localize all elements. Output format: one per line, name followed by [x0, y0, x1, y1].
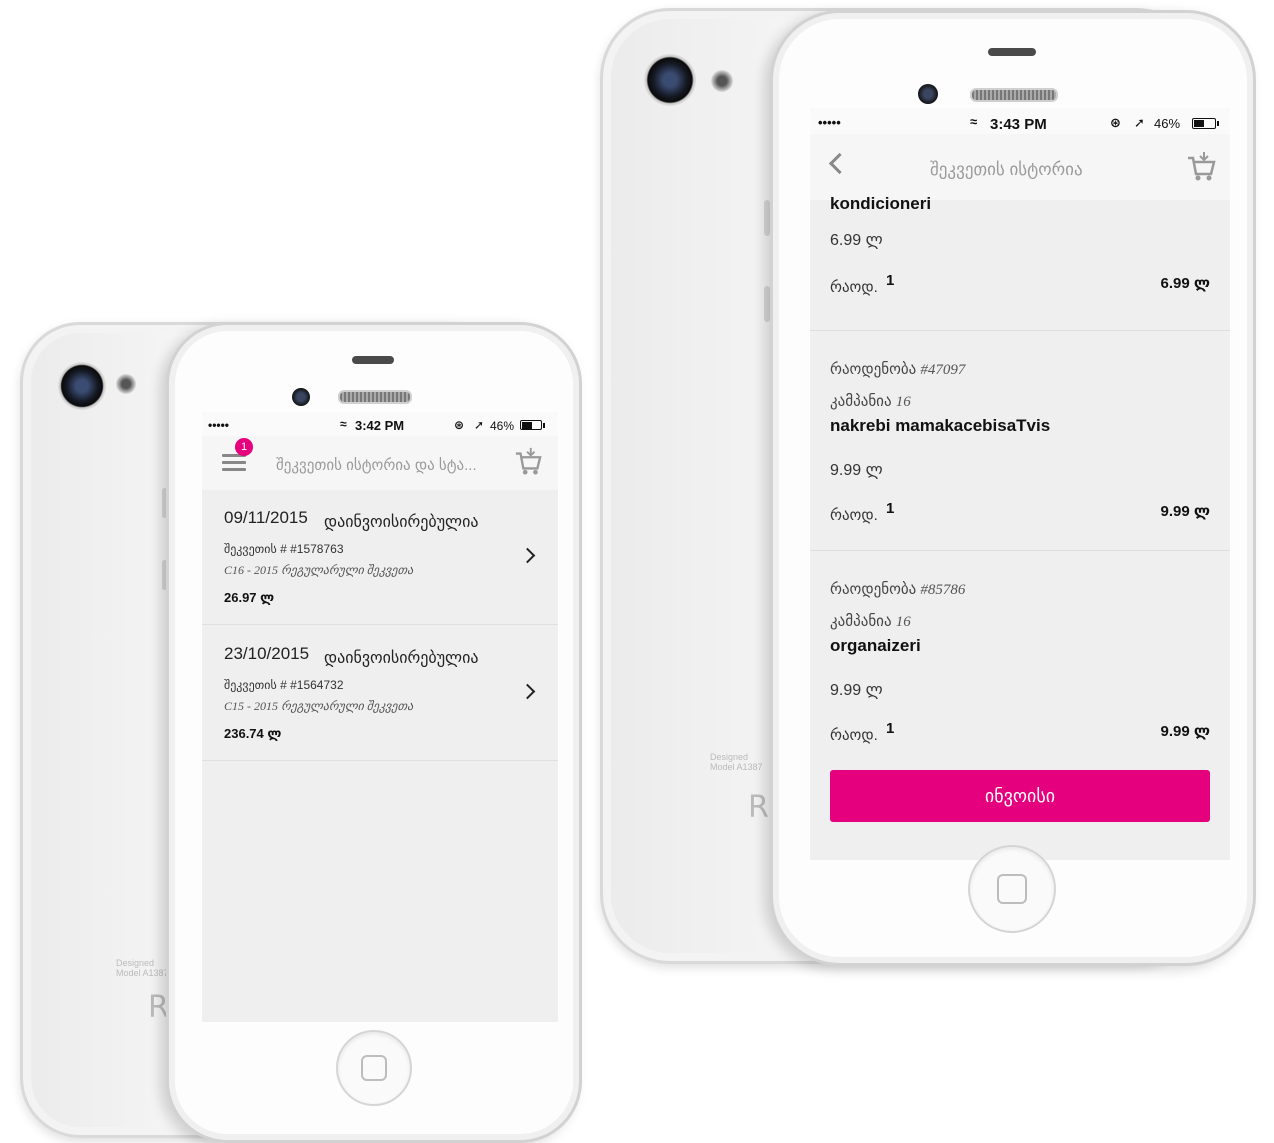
qty-label: რაოდ.: [830, 279, 878, 296]
item-price: 9.99 ლ: [830, 462, 883, 479]
status-time: 3:43 PM: [990, 116, 1047, 133]
left-navbar: 1 შეკვეთის ისტორია და სტა...: [202, 436, 558, 490]
wifi-icon: ≈: [340, 417, 347, 431]
cart-icon[interactable]: [514, 446, 542, 480]
qty-value: 1: [886, 272, 895, 289]
order-number: შეკვეთის # #1578763: [224, 542, 344, 556]
right-front-camera: [918, 84, 938, 104]
order-date: 09/11/2015: [224, 508, 308, 527]
battery-icon: [1192, 118, 1219, 129]
qty-value: 1: [886, 500, 895, 517]
nav-title: შეკვეთის ისტორია: [930, 160, 1083, 179]
order-total: 26.97 ლ: [224, 590, 275, 605]
order-total: 236.74 ლ: [224, 726, 282, 741]
order-campaign: C15 - 2015 რეგულარული შეკვეთა: [224, 699, 413, 713]
order-campaign: C16 - 2015 რეგულარული შეკვეთა: [224, 563, 413, 577]
left-earpiece: [352, 356, 394, 364]
rotation-lock-icon: ⊛: [1110, 115, 1121, 130]
invoice-button[interactable]: ინვოისი: [830, 770, 1210, 822]
item-code: რაოდენობა #47097: [830, 361, 966, 378]
status-time: 3:42 PM: [355, 418, 405, 433]
right-back-camera: [644, 54, 696, 106]
cart-icon[interactable]: [1186, 150, 1216, 181]
qty-label: რაოდ.: [830, 507, 878, 524]
battery-icon: [520, 420, 545, 430]
item-block: რაოდენობა #47097 კამპანია 16 nakrebi mam…: [810, 330, 1230, 551]
line-total: 9.99 ლ: [1160, 503, 1210, 520]
item-name: organaizeri: [830, 636, 921, 655]
cart-badge: 1: [235, 438, 253, 456]
nav-title: შეკვეთის ისტორია და სტა...: [276, 457, 477, 474]
order-date: 23/10/2015: [224, 644, 310, 663]
item-block: რაოდენობა #85786 კამპანია 16 organaizeri…: [810, 550, 1230, 760]
rotation-lock-icon: ⊛: [454, 418, 465, 432]
order-row[interactable]: 23/10/2015 დაინვოისირებულია შეკვეთის # #…: [202, 626, 558, 761]
left-home-button[interactable]: [336, 1030, 412, 1106]
battery-percent: 46%: [1154, 116, 1181, 131]
signal-dots: •••••: [818, 115, 841, 130]
order-status: დაინვოისირებულია: [324, 514, 479, 531]
chevron-right-icon[interactable]: [519, 683, 536, 700]
item-price: 9.99 ლ: [830, 682, 883, 699]
items-list: kondicioneri 6.99 ლ რაოდ. 1 6.99 ლ რაოდე…: [810, 194, 1230, 860]
item-name: nakrebi mamakacebisaTvis: [830, 416, 1051, 435]
left-front-camera: [292, 388, 310, 406]
location-icon: ➚: [474, 418, 485, 432]
item-block: kondicioneri 6.99 ლ რაოდ. 1 6.99 ლ: [810, 190, 1230, 331]
item-price: 6.99 ლ: [830, 232, 883, 249]
right-screen: ••••• ≈ 3:43 PM ⊛ ➚ 46% შეკვეთის ისტორია…: [810, 108, 1230, 860]
order-status: დაინვოისირებულია: [324, 650, 479, 667]
item-code: რაოდენობა #85786: [830, 581, 966, 598]
left-screen: ••••• ≈ 3:42 PM ⊛ ➚ 46% 1 შეკვეთის ისტორ…: [202, 412, 558, 1022]
order-row[interactable]: 09/11/2015 დაინვოისირებულია შეკვეთის # #…: [202, 490, 558, 625]
battery-percent: 46%: [490, 419, 515, 433]
right-speaker-grill: [970, 88, 1058, 102]
right-back-flash: [711, 70, 733, 92]
qty-label: რაოდ.: [830, 727, 878, 744]
back-chevron-icon[interactable]: [828, 152, 851, 175]
left-speaker-grill: [338, 390, 412, 404]
qty-value: 1: [886, 720, 895, 737]
hamburger-icon[interactable]: [222, 454, 246, 475]
chevron-right-icon[interactable]: [519, 547, 536, 564]
left-back-camera: [58, 362, 106, 410]
right-back-model-text: Designed Model A1387: [710, 752, 763, 772]
item-name: kondicioneri: [830, 194, 932, 213]
order-number: შეკვეთის # #1564732: [224, 678, 344, 692]
signal-dots: •••••: [208, 418, 230, 432]
location-icon: ➚: [1134, 115, 1145, 130]
right-status-bar: ••••• ≈ 3:43 PM ⊛ ➚ 46%: [810, 108, 1230, 134]
line-total: 6.99 ლ: [1160, 275, 1210, 292]
item-campaign: კამპანია 16: [830, 393, 911, 410]
line-total: 9.99 ლ: [1160, 723, 1210, 740]
left-back-model-text: Designed Model A1387: [116, 958, 169, 978]
item-campaign: კამპანია 16: [830, 613, 911, 630]
right-back-logo: R: [748, 790, 769, 825]
wifi-icon: ≈: [970, 114, 978, 129]
left-back-flash: [116, 374, 136, 394]
right-home-button[interactable]: [968, 845, 1056, 933]
right-earpiece: [988, 48, 1036, 56]
left-status-bar: ••••• ≈ 3:42 PM ⊛ ➚ 46%: [202, 412, 558, 436]
